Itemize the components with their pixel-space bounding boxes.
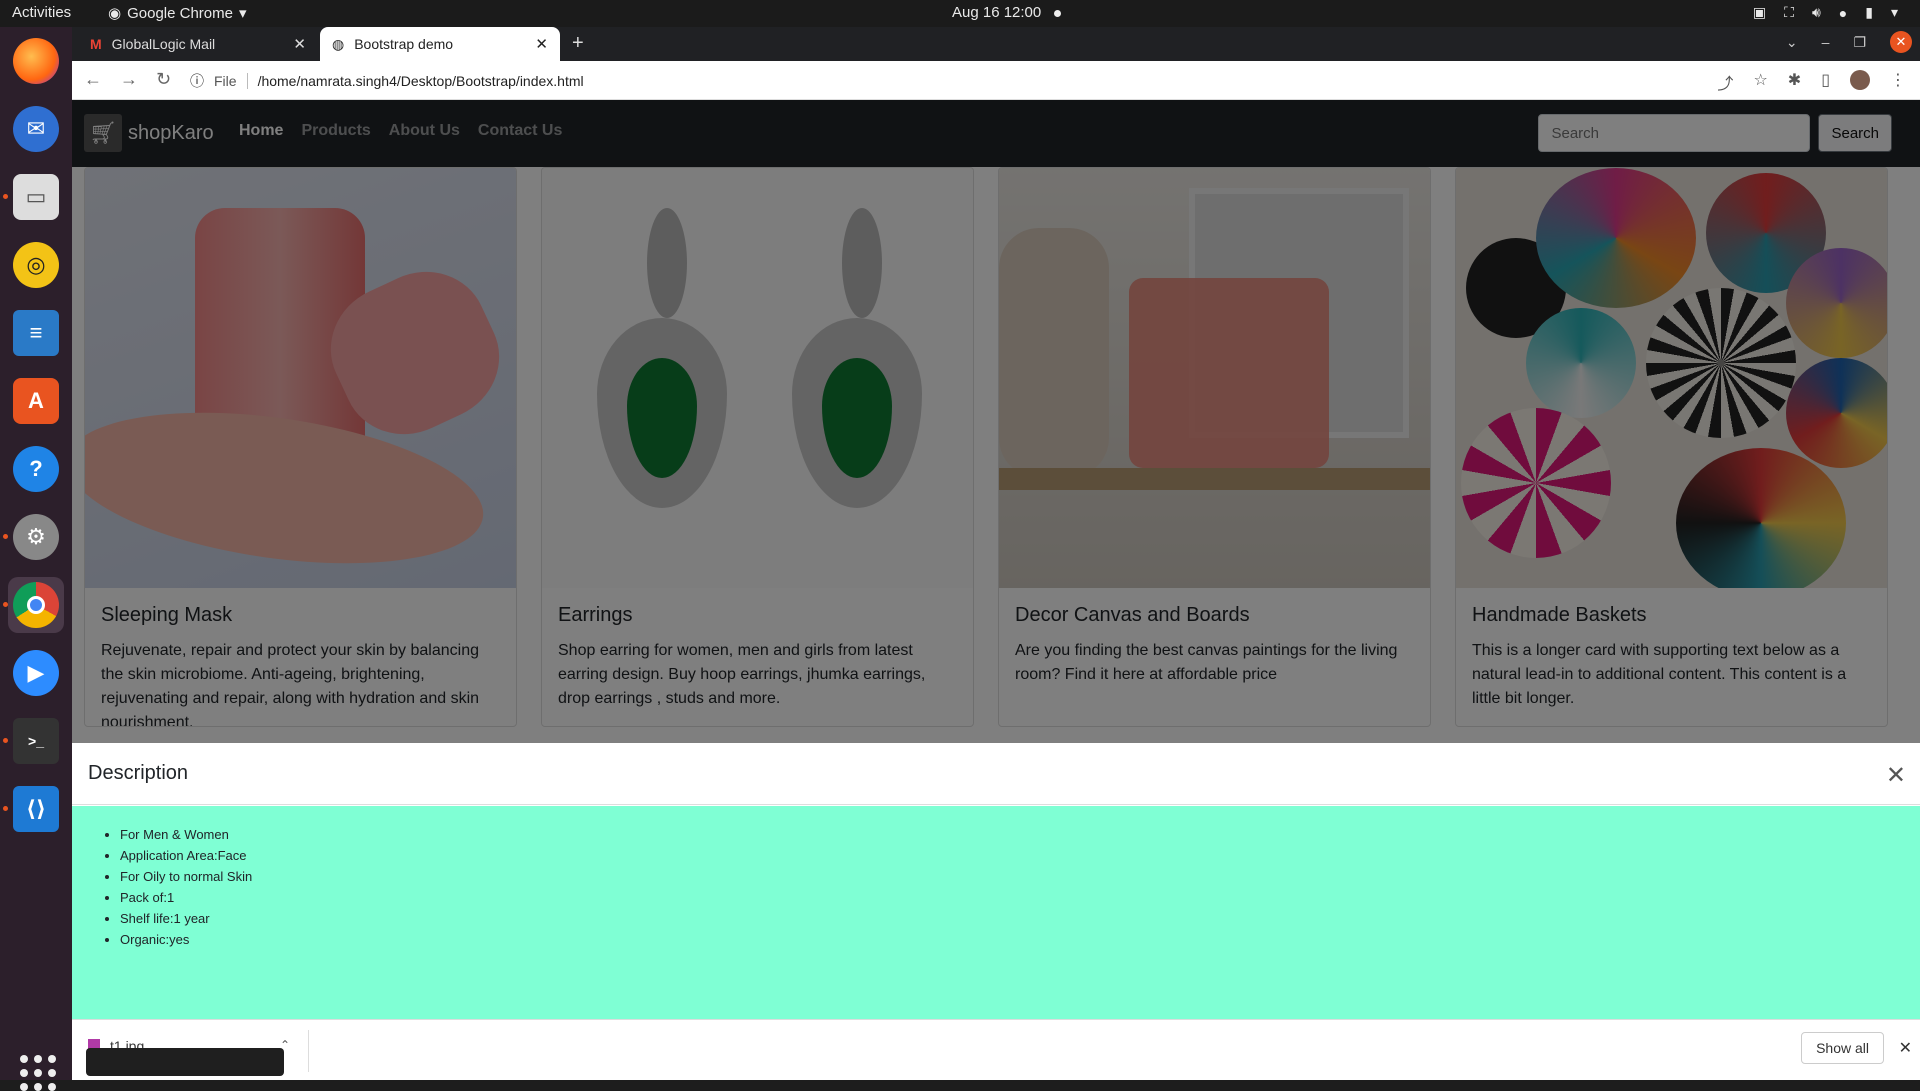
address-bar[interactable]: ⓘ File /home/namrata.singh4/Desktop/Boot… (190, 71, 584, 91)
chevron-down-icon: ▾ (1890, 4, 1898, 20)
list-item: Application Area:Face (120, 845, 1904, 866)
dock-terminal[interactable]: >_ (3, 713, 64, 769)
toolbar: ← → ↻ ⓘ File /home/namrata.singh4/Deskto… (72, 61, 1920, 100)
tab-label: GlobalLogic Mail (111, 36, 216, 52)
gmail-icon: M (90, 36, 102, 52)
software-icon: A (13, 378, 59, 424)
close-tab-icon[interactable]: ✕ (535, 35, 548, 53)
tooltip (86, 1048, 284, 1076)
list-item: Organic:yes (120, 929, 1904, 950)
app-menu-label: Google Chrome (127, 4, 233, 22)
clock[interactable]: Aug 16 12:00 (952, 4, 1041, 21)
description-list: For Men & Women Application Area:Face Fo… (120, 824, 1904, 950)
browser-window: M GlobalLogic Mail ✕ ◍ Bootstrap demo ✕ … (72, 27, 1920, 1080)
chrome-icon (13, 582, 59, 628)
system-top-bar: Activities ◉ Google Chrome ▾ Aug 16 12:0… (0, 0, 1920, 27)
zoom-icon: ▶ (13, 650, 59, 696)
battery-icon: ▮ (1865, 4, 1873, 20)
dock-firefox[interactable] (8, 33, 64, 89)
extensions-icon[interactable]: ✱ (1788, 70, 1801, 94)
system-tray[interactable]: ▣ ⛶ 🔊︎ ● ▮ ▾ (1753, 4, 1898, 21)
modal-title: Description (88, 762, 189, 784)
close-icon[interactable]: ✕ (1886, 761, 1906, 790)
dock-help[interactable]: ? (8, 441, 64, 497)
divider (308, 1030, 309, 1072)
vscode-icon: ⟨⟩ (13, 786, 59, 832)
modal-header: Description ✕ (72, 743, 1920, 805)
volume-icon: 🔊︎ (1811, 4, 1821, 20)
close-tab-icon[interactable]: ✕ (293, 35, 306, 53)
notification-dot-icon (1054, 10, 1061, 17)
thunderbird-icon: ✉ (13, 106, 59, 152)
list-item: Shelf life:1 year (120, 908, 1904, 929)
share-icon[interactable]: ⤴ (1717, 70, 1733, 94)
description-modal: Description ✕ For Men & Women Applicatio… (72, 743, 1920, 1046)
dock-software[interactable]: A (8, 373, 64, 429)
firefox-icon (13, 38, 59, 84)
url-scheme-label: File (214, 73, 237, 89)
dock-zoom[interactable]: ▶ (8, 645, 64, 701)
dropdown-arrow-icon: ▾ (238, 5, 247, 22)
chrome-icon: ◉ (108, 5, 122, 22)
gear-icon: ⚙ (13, 514, 59, 560)
reload-button[interactable]: ↻ (156, 69, 171, 90)
network-icon: ⛶ (1784, 4, 1794, 20)
tab-bootstrap-demo[interactable]: ◍ Bootstrap demo ✕ (320, 27, 560, 61)
window-controls: ⌄ – ❐ ✕ (1786, 31, 1912, 53)
bookmark-star-icon[interactable]: ☆ (1753, 70, 1767, 94)
show-apps-icon[interactable] (20, 1055, 56, 1091)
rhythmbox-icon: ◎ (13, 242, 59, 288)
activities-button[interactable]: Activities (12, 4, 71, 21)
tab-label: Bootstrap demo (354, 36, 454, 52)
list-item: For Men & Women (120, 824, 1904, 845)
zoom-tray-icon: ▣ (1752, 4, 1767, 20)
dock-chrome[interactable] (3, 577, 64, 633)
tab-search-icon[interactable]: ⌄ (1786, 34, 1798, 51)
url-text[interactable]: /home/namrata.singh4/Desktop/Bootstrap/i… (258, 73, 584, 89)
dock-thunderbird[interactable]: ✉ (8, 101, 64, 157)
dock-vscode[interactable]: ⟨⟩ (3, 781, 64, 837)
globe-icon: ◍ (332, 35, 345, 52)
app-menu[interactable]: ◉ Google Chrome ▾ (108, 4, 247, 23)
web-page: 🛒︎ shopKaro Home Products About Us Conta… (72, 100, 1920, 1046)
forward-button[interactable]: → (120, 69, 138, 90)
menu-kebab-icon[interactable]: ⋮ (1890, 70, 1906, 94)
list-item: For Oily to normal Skin (120, 866, 1904, 887)
divider (246, 73, 248, 89)
back-button[interactable]: ← (84, 69, 102, 90)
modal-body: For Men & Women Application Area:Face Fo… (72, 806, 1920, 1046)
writer-icon: ≡ (13, 310, 59, 356)
help-icon: ? (13, 446, 59, 492)
show-all-button[interactable]: Show all (1801, 1032, 1884, 1064)
tab-strip: M GlobalLogic Mail ✕ ◍ Bootstrap demo ✕ … (72, 27, 1920, 61)
profile-avatar[interactable] (1850, 70, 1870, 90)
list-item: Pack of:1 (120, 887, 1904, 908)
close-window-button[interactable]: ✕ (1890, 31, 1912, 53)
info-icon[interactable]: ⓘ (190, 71, 204, 91)
terminal-icon: >_ (13, 718, 59, 764)
restore-button[interactable]: ❐ (1853, 34, 1866, 51)
side-panel-icon[interactable]: ▯ (1821, 70, 1830, 94)
dock-files[interactable]: ▭ (3, 169, 64, 225)
minimize-button[interactable]: – (1822, 34, 1830, 50)
dock-rhythmbox[interactable]: ◎ (8, 237, 64, 293)
mic-icon: ● (1838, 4, 1848, 21)
tab-globallogic-mail[interactable]: M GlobalLogic Mail ✕ (78, 27, 318, 61)
download-bar: t1.jpg ⌃ Show all ✕ (72, 1019, 1920, 1080)
files-icon: ▭ (13, 174, 59, 220)
dock-settings[interactable]: ⚙ (3, 509, 64, 565)
new-tab-button[interactable]: + (572, 32, 584, 55)
close-download-bar-icon[interactable]: ✕ (1899, 1038, 1912, 1058)
dock: ✉ ▭ ◎ ≡ A ? ⚙ ▶ >_ ⟨⟩ (0, 27, 72, 1091)
dock-writer[interactable]: ≡ (8, 305, 64, 361)
